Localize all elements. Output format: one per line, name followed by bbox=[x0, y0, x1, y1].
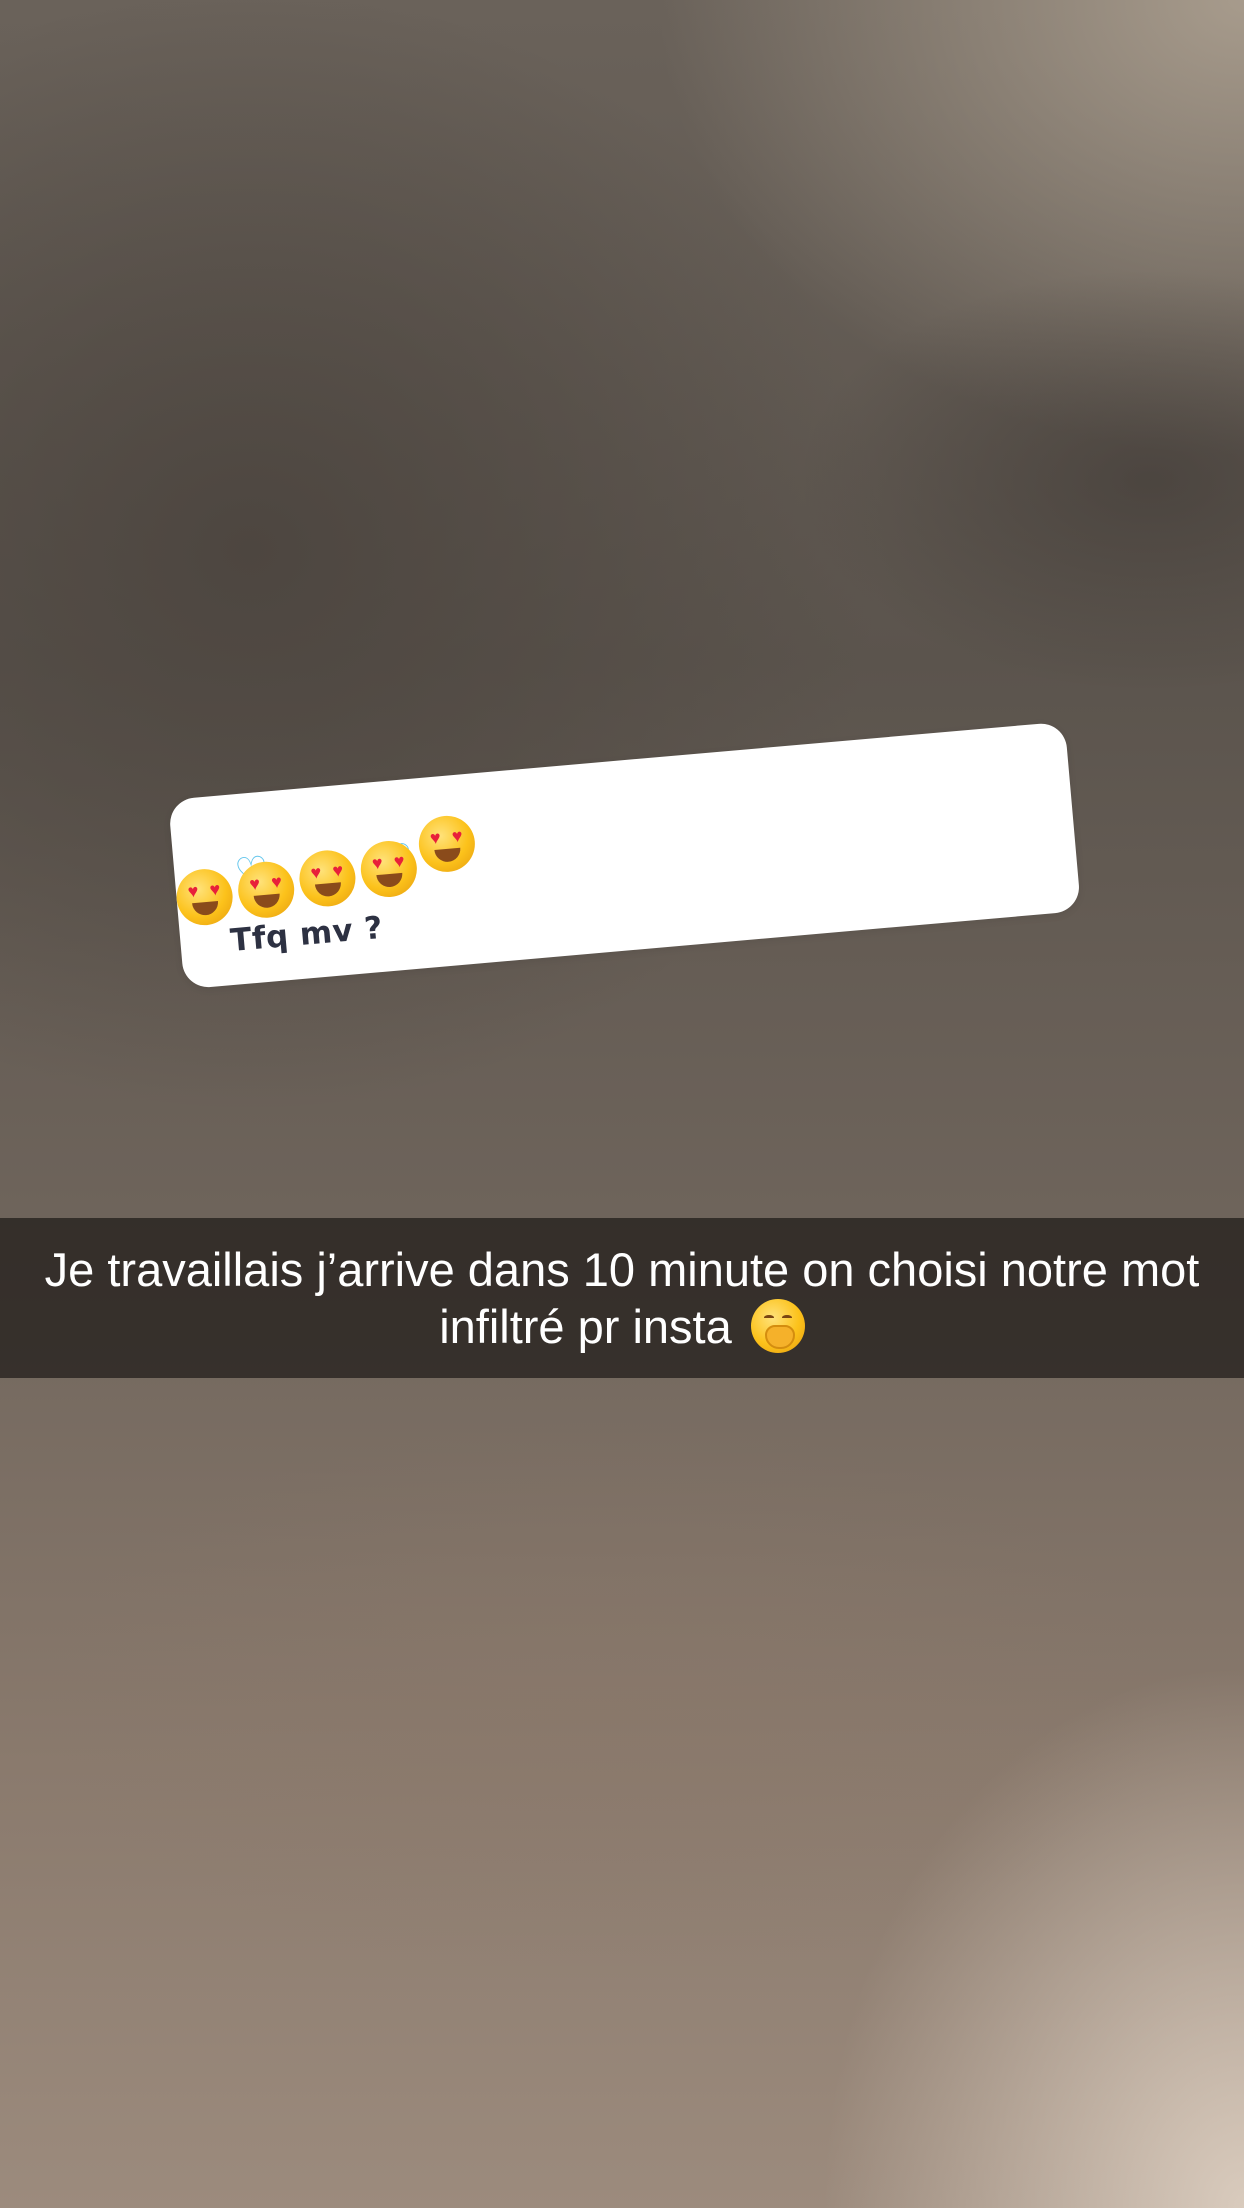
caption-text: Je travaillais j’arrive dans 10 minute o… bbox=[44, 1243, 1200, 1353]
hand-over-mouth-emoji-icon bbox=[750, 1299, 805, 1353]
heart-eyes-emoji-icon: ♥ ♥ bbox=[358, 838, 422, 902]
heart-eyes-emoji-icon: ♥ ♥ bbox=[416, 813, 480, 876]
background-photo bbox=[0, 0, 1244, 2208]
heart-eyes-emoji-icon: ♥ ♥ bbox=[235, 859, 299, 922]
heart-eyes-emoji-icon: ♥ ♥ bbox=[297, 848, 360, 911]
caption-bar[interactable]: Je travaillais j’arrive dans 10 minute o… bbox=[0, 1218, 1244, 1378]
heart-eyes-emoji-icon: ♥ ♥ bbox=[174, 866, 237, 930]
caption-text-wrapper: Je travaillais j’arrive dans 10 minute o… bbox=[42, 1241, 1202, 1355]
